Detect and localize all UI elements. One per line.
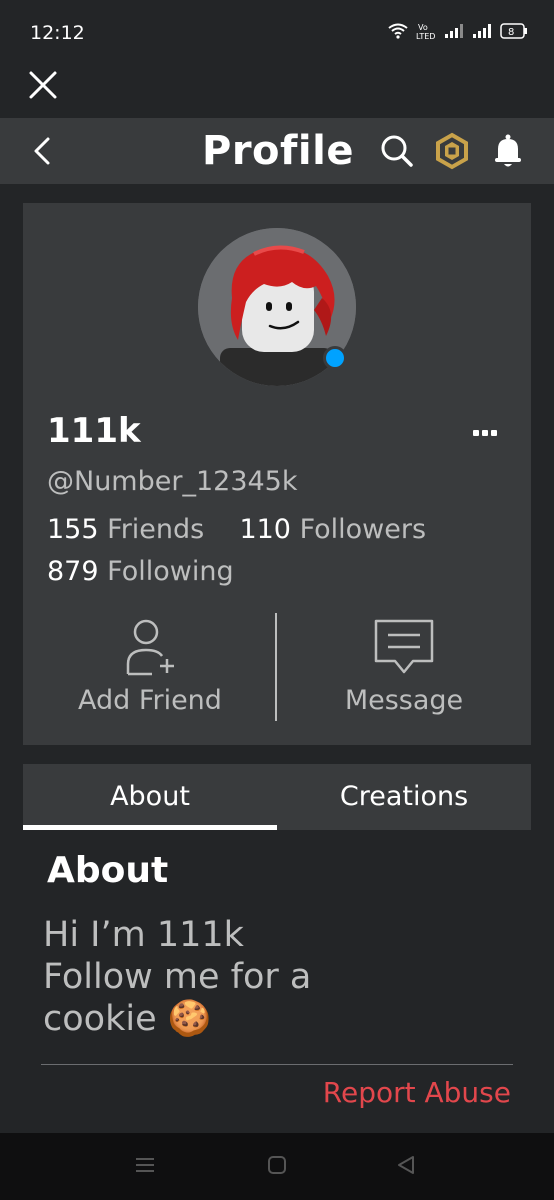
online-status-indicator <box>323 346 347 370</box>
following-label[interactable]: Following <box>107 556 233 587</box>
report-abuse-link[interactable]: Report Abuse <box>323 1076 511 1109</box>
back-nav-icon[interactable] <box>396 1155 416 1175</box>
about-section: About Hi I’m 111k Follow me for a cookie… <box>23 830 531 1130</box>
bell-icon[interactable] <box>489 132 527 170</box>
more-icon[interactable] <box>473 421 503 436</box>
add-friend-label: Add Friend <box>78 685 222 716</box>
home-icon[interactable] <box>267 1155 287 1175</box>
menu-icon[interactable] <box>134 1155 156 1175</box>
status-time: 12:12 <box>30 22 85 44</box>
header: Profile <box>0 118 554 184</box>
followers-label[interactable]: Followers <box>300 514 426 545</box>
search-icon[interactable] <box>378 132 416 170</box>
svg-text:8: 8 <box>508 27 514 38</box>
message-icon <box>374 619 434 674</box>
stats-following: 879 Following <box>47 556 234 587</box>
message-button[interactable]: Message <box>277 618 531 728</box>
profile-tabs: About Creations <box>23 764 531 830</box>
about-divider <box>41 1064 513 1065</box>
stats-friends-followers: 155 Friends 110 Followers <box>47 514 426 545</box>
following-count[interactable]: 879 <box>47 556 99 587</box>
svg-text:LTED: LTED <box>416 32 435 40</box>
display-name: 111k <box>47 411 141 451</box>
about-text: Hi I’m 111k Follow me for a cookie 🍪 <box>43 915 312 1039</box>
friends-label[interactable]: Friends <box>107 514 204 545</box>
add-friend-button[interactable]: Add Friend <box>23 618 277 728</box>
signal-1-icon <box>445 24 463 38</box>
battery-icon: 8 <box>500 23 527 39</box>
signal-2-icon <box>473 24 491 38</box>
volte-icon: Vo LTED <box>416 23 435 40</box>
tab-about[interactable]: About <box>23 764 277 830</box>
message-label: Message <box>344 685 464 716</box>
robux-icon[interactable] <box>433 132 471 170</box>
svg-text:Vo: Vo <box>418 23 428 32</box>
tab-creations[interactable]: Creations <box>277 764 531 830</box>
friends-count[interactable]: 155 <box>47 514 99 545</box>
followers-count[interactable]: 110 <box>239 514 291 545</box>
profile-card: 111k @Number_12345k 155 Friends 110 Foll… <box>23 203 531 745</box>
close-row <box>0 62 554 118</box>
status-icons: Vo LTED 8 <box>388 22 528 40</box>
system-nav-bar <box>0 1133 554 1200</box>
page-title: Profile <box>202 128 354 174</box>
status-bar: 12:12 Vo LTED 8 <box>0 0 554 62</box>
close-icon[interactable] <box>28 70 58 100</box>
back-icon[interactable] <box>30 135 54 167</box>
about-heading: About <box>47 850 169 891</box>
wifi-icon <box>388 23 408 39</box>
username: @Number_12345k <box>47 466 298 497</box>
add-friend-icon <box>126 619 174 676</box>
